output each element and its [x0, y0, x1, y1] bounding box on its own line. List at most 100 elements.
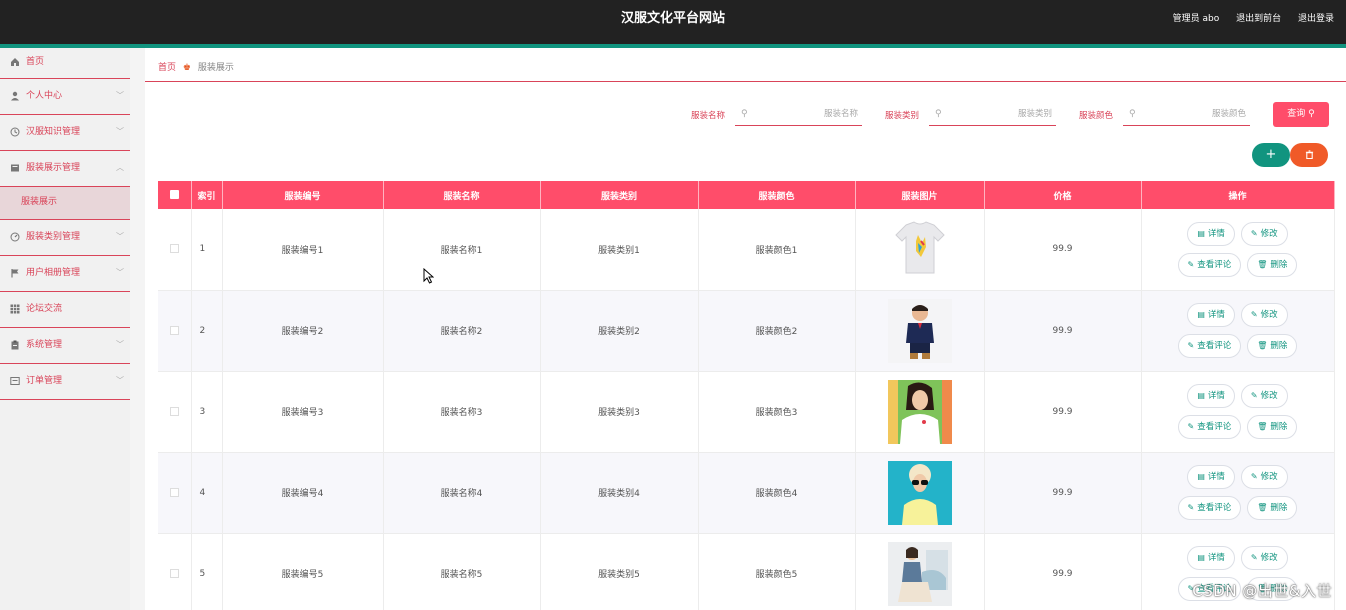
view-comments-label: 查看评论: [1197, 422, 1232, 432]
sidebar-item-home[interactable]: 首页: [0, 48, 130, 79]
row-price: 99.9: [984, 452, 1142, 534]
sidebar-item-clothing-category[interactable]: 服装类别管理 ﹀: [0, 220, 130, 256]
column-header-actions: 操作: [1141, 181, 1335, 209]
search-type-input[interactable]: [947, 106, 1052, 122]
search-type-field[interactable]: ⚲: [929, 104, 1056, 126]
submenu-item-clothing-display[interactable]: 服装展示: [0, 187, 130, 220]
edit-icon: ✎: [1250, 228, 1258, 238]
chevron-down-icon: ﹀: [116, 127, 124, 136]
detail-button-label: 详情: [1207, 391, 1225, 401]
table-header-row: 索引 服装编号 服装名称 服装类别 服装颜色 服装图片 价格 操作: [158, 181, 1335, 209]
breadcrumb-current: 服装展示: [197, 63, 234, 73]
view-comments-button[interactable]: ✎ 查看评论: [1177, 334, 1242, 358]
table-row: 4 服装编号4 服装名称4 服装类别4 服装颜色4 99.9 ▤ 详情 ✎ 修改 ✎…: [158, 452, 1335, 534]
detail-button[interactable]: ▤ 详情: [1187, 465, 1235, 489]
search-color-field[interactable]: ⚲: [1123, 104, 1250, 126]
edit-button[interactable]: ✎ 修改: [1240, 303, 1288, 327]
document-icon: ▤: [1197, 553, 1205, 562]
row-checkbox[interactable]: [169, 244, 179, 254]
select-all-checkbox[interactable]: [169, 190, 179, 199]
row-checkbox[interactable]: [169, 487, 179, 497]
clothing-image-woman-seated[interactable]: [887, 541, 952, 606]
row-code: 服装编号2: [222, 290, 384, 372]
view-comments-button[interactable]: ✎ 查看评论: [1177, 496, 1242, 520]
row-name: 服装名称2: [383, 290, 541, 372]
detail-button-label: 详情: [1207, 310, 1225, 320]
edit-button[interactable]: ✎ 修改: [1240, 546, 1288, 570]
sidebar-item-label: 汉服知识管理: [26, 127, 81, 137]
chevron-down-icon: ﹀: [116, 232, 124, 241]
edit-button[interactable]: ✎ 修改: [1240, 221, 1288, 246]
breadcrumb-home-link[interactable]: 首页: [158, 63, 176, 73]
exit-to-front-link[interactable]: 退出到前台: [1236, 14, 1281, 24]
search-name-field[interactable]: ⚲: [735, 104, 862, 126]
row-type: 服装类别3: [540, 371, 699, 453]
row-image-cell: [855, 209, 985, 291]
add-button[interactable]: +: [1252, 143, 1290, 167]
row-checkbox[interactable]: [169, 568, 179, 578]
view-comments-button[interactable]: ✎ 查看评论: [1177, 252, 1242, 277]
sidebar-item-label: 服装展示管理: [26, 163, 81, 173]
breadcrumb-bar: 首页 ♚ 服装展示: [145, 48, 1346, 82]
row-checkbox[interactable]: [169, 406, 179, 416]
search-icon: ⚲: [935, 109, 942, 119]
row-name: 服装名称5: [383, 533, 541, 610]
sidebar-item-clothing-display[interactable]: 服装展示管理 ︿: [0, 151, 130, 187]
batch-delete-button[interactable]: [1290, 143, 1328, 167]
chevron-down-icon: ﹀: [116, 91, 124, 100]
clothing-image-woman-sunglasses[interactable]: [887, 460, 952, 525]
search-color-input[interactable]: [1141, 106, 1246, 122]
row-type: 服装类别5: [540, 533, 699, 610]
detail-button[interactable]: ▤ 详情: [1187, 303, 1235, 327]
clothing-image-boy[interactable]: [887, 298, 952, 363]
breadcrumb-separator-icon: ♚: [182, 63, 191, 73]
search-name-input[interactable]: [753, 106, 858, 122]
edit-button[interactable]: ✎ 修改: [1240, 465, 1288, 489]
column-header-type: 服装类别: [540, 181, 699, 209]
row-image-cell: [855, 533, 985, 610]
sidebar-item-hanfu-knowledge[interactable]: 汉服知识管理 ﹀: [0, 115, 130, 151]
delete-button[interactable]: 🗑 删除: [1247, 252, 1298, 277]
row-code: 服装编号5: [222, 533, 384, 610]
detail-button[interactable]: ▤ 详情: [1187, 546, 1235, 570]
sidebar-item-personal-center[interactable]: 个人中心 ﹀: [0, 79, 130, 115]
delete-button[interactable]: 🗑 删除: [1247, 496, 1298, 520]
row-code: 服装编号3: [222, 371, 384, 453]
delete-button[interactable]: 🗑 删除: [1247, 334, 1298, 358]
row-checkbox[interactable]: [169, 325, 179, 335]
detail-button-label: 详情: [1207, 553, 1225, 563]
site-title: 汉服文化平台网站: [620, 11, 725, 26]
row-name: 服装名称1: [383, 209, 541, 291]
detail-button[interactable]: ▤ 详情: [1187, 221, 1235, 246]
view-comments-button[interactable]: ✎ 查看评论: [1177, 415, 1242, 439]
document-icon: ▤: [1197, 391, 1205, 400]
edit-icon: ✎: [1250, 472, 1258, 481]
edit-button[interactable]: ✎ 修改: [1240, 384, 1288, 408]
query-button[interactable]: 查询 ⚲: [1273, 102, 1329, 127]
clothing-image-woman-white-top[interactable]: [887, 379, 952, 444]
edit-icon: ✎: [1187, 503, 1195, 512]
chevron-up-icon: ︿: [116, 163, 124, 172]
clothing-image-tshirt[interactable]: [887, 217, 952, 282]
trash-icon: 🗑: [1257, 341, 1268, 350]
delete-button-label: 删除: [1270, 259, 1288, 270]
column-header-code: 服装编号: [222, 181, 384, 209]
logout-link[interactable]: 退出登录: [1298, 14, 1334, 24]
document-icon: ▤: [1197, 228, 1205, 238]
column-header-index: 索引: [191, 181, 223, 209]
row-type: 服装类别1: [540, 209, 699, 291]
mouse-cursor-icon: [423, 268, 434, 284]
admin-user-label[interactable]: 管理员 abo: [1173, 14, 1220, 24]
search-color-label: 服装颜色: [1079, 111, 1114, 121]
sidebar-item-user-album[interactable]: 用户相册管理 ﹀: [0, 256, 130, 292]
gauge-icon: [10, 232, 20, 242]
sidebar-item-orders[interactable]: 订单管理 ﹀: [0, 364, 130, 400]
sidebar-item-forum[interactable]: 论坛交流: [0, 292, 130, 328]
row-price: 99.9: [984, 533, 1142, 610]
delete-button[interactable]: 🗑 删除: [1247, 415, 1298, 439]
row-color: 服装颜色4: [698, 452, 856, 534]
detail-button[interactable]: ▤ 详情: [1187, 384, 1235, 408]
sidebar-item-system[interactable]: 系统管理 ﹀: [0, 328, 130, 364]
content-gutter: [130, 48, 145, 610]
column-header-name: 服装名称: [383, 181, 541, 209]
